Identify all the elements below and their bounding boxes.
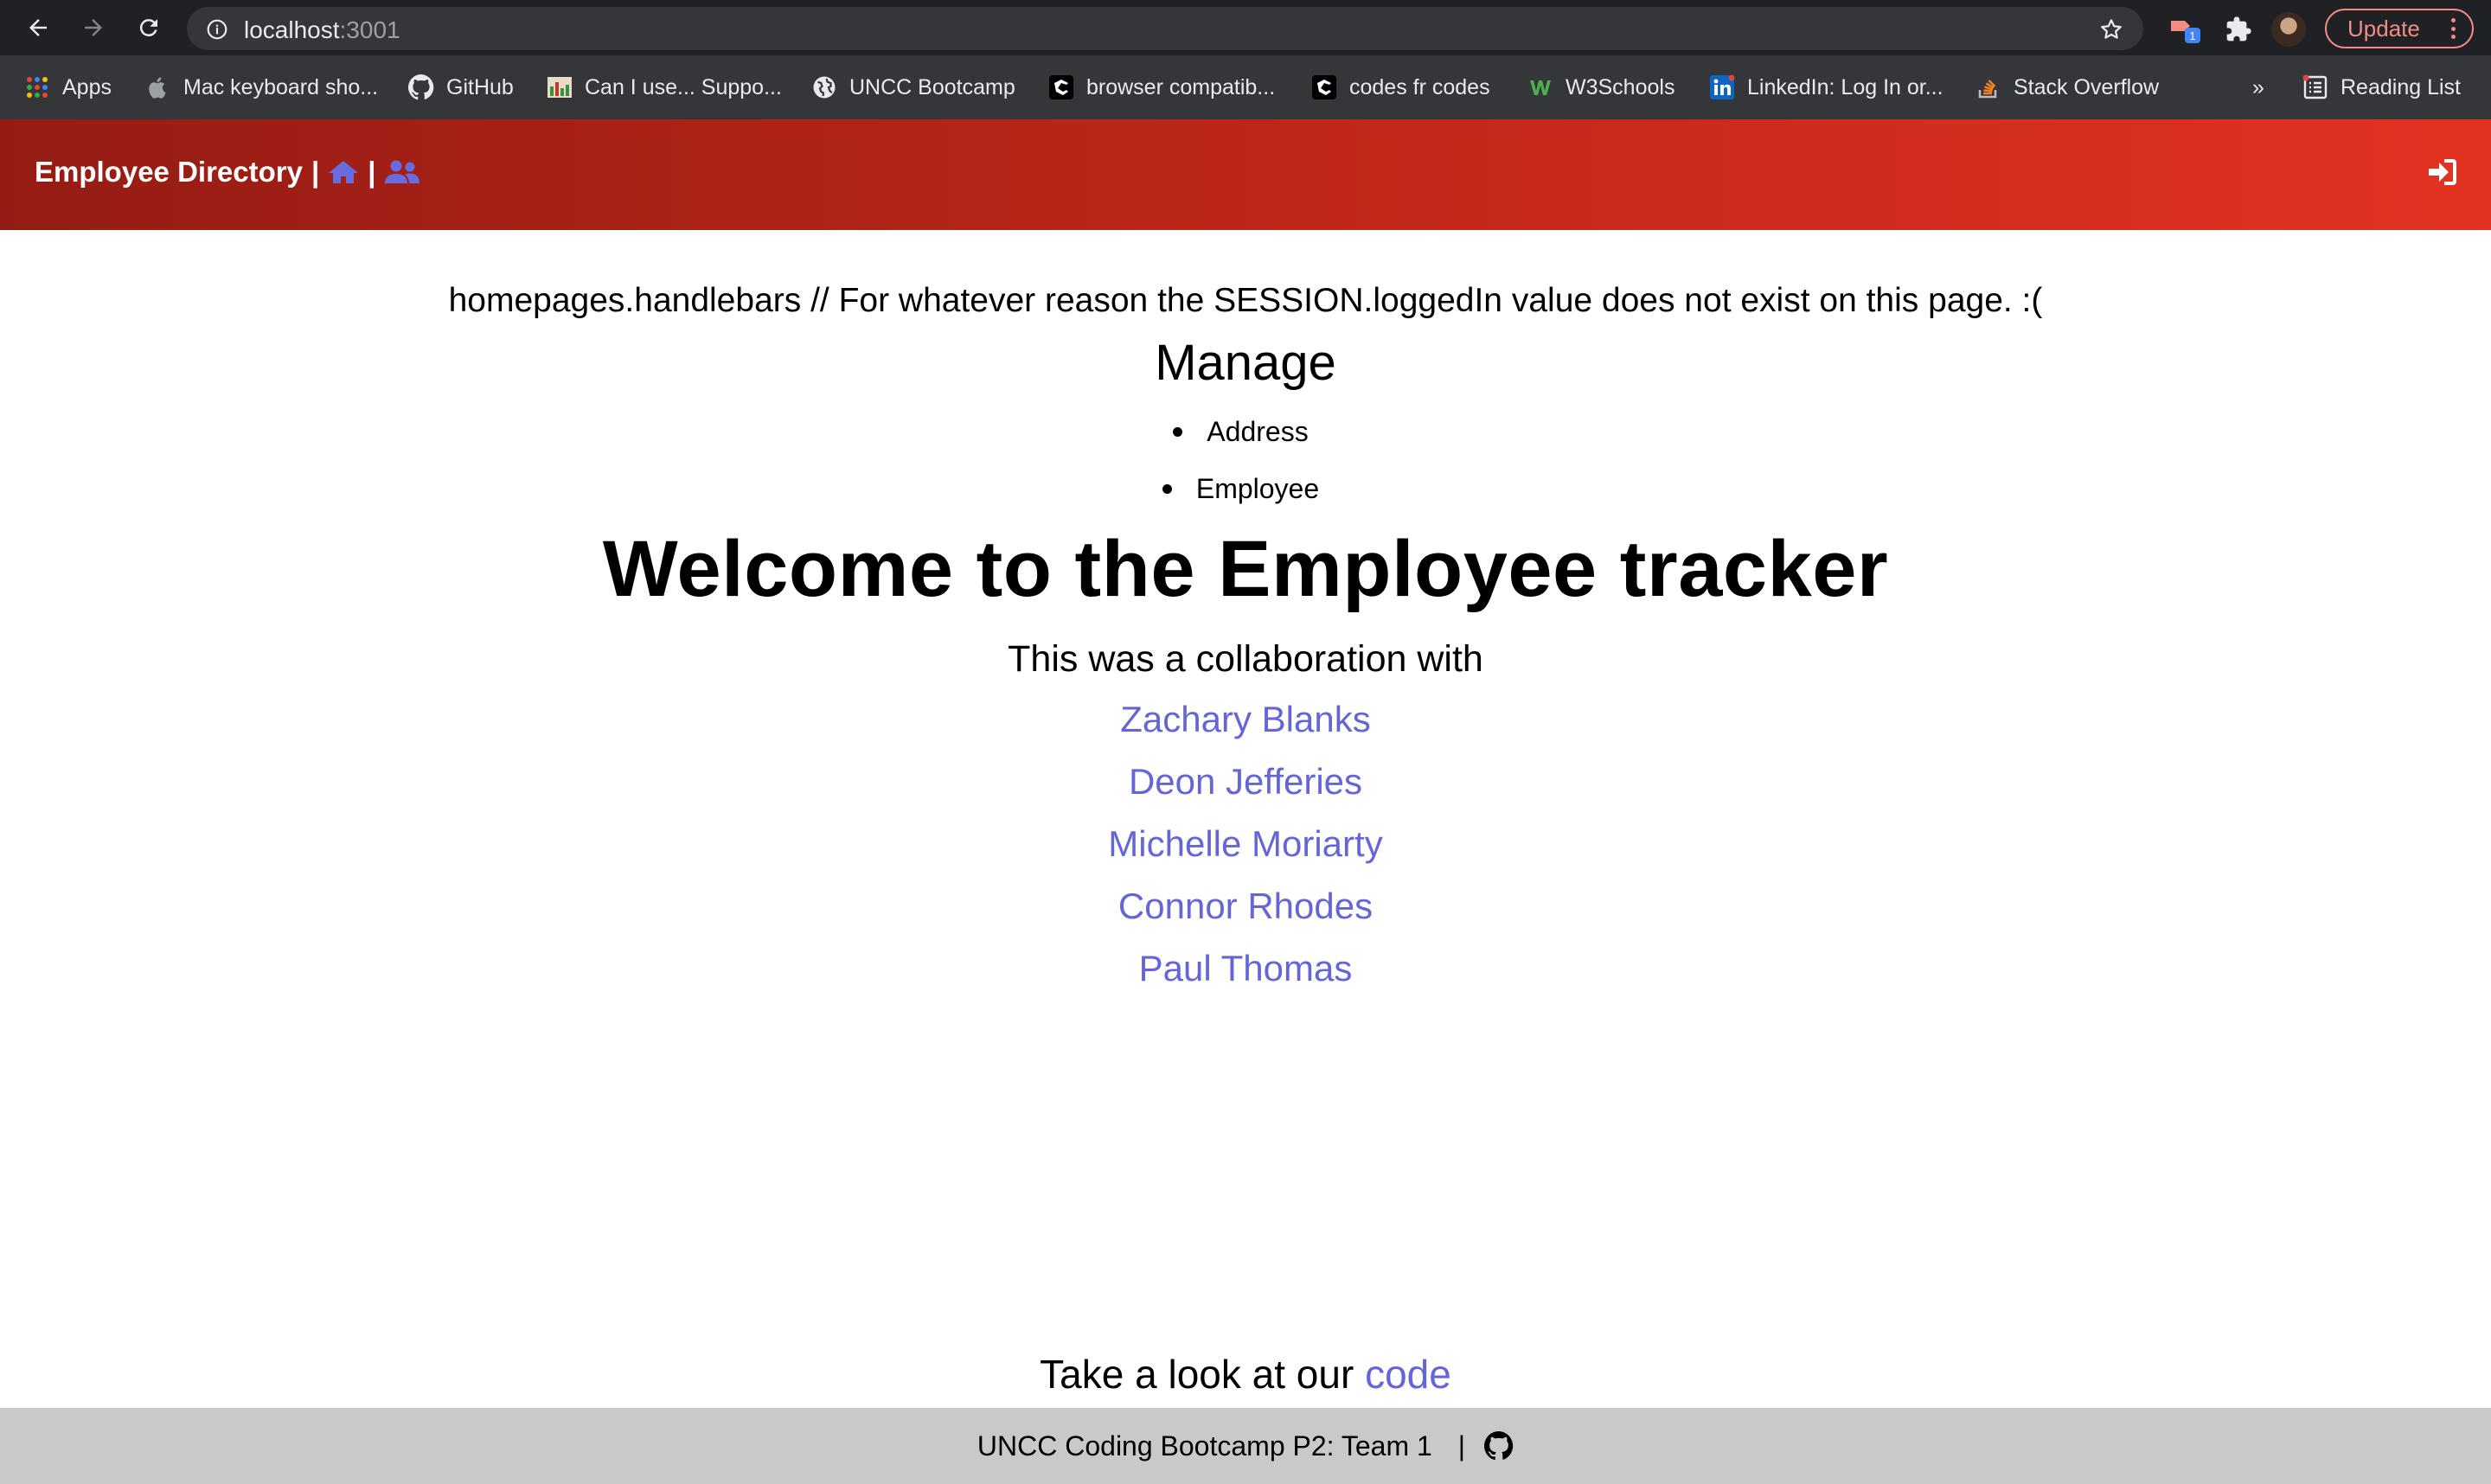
bookmark-apps[interactable]: Apps bbox=[24, 73, 112, 102]
bookmark-browser-compat[interactable]: browser compatib... bbox=[1048, 73, 1275, 102]
bookmark-mac-keyboard[interactable]: Mac keyboard sho... bbox=[145, 73, 378, 102]
reading-list-label: Reading List bbox=[2341, 74, 2461, 99]
arrow-left-icon bbox=[29, 19, 47, 36]
bookmark-label: codes fr codes bbox=[1349, 74, 1490, 99]
sign-in-icon[interactable] bbox=[2427, 157, 2458, 191]
url-text: localhost:3001 bbox=[244, 16, 400, 44]
github-icon bbox=[408, 74, 434, 100]
apps-grid-icon bbox=[24, 74, 50, 100]
extension-badge-count: 1 bbox=[2189, 29, 2195, 42]
contributor-link[interactable]: Paul Thomas bbox=[0, 937, 2491, 1000]
footer-text: UNCC Coding Bootcamp P2: Team 1 bbox=[977, 1430, 1432, 1462]
page-footer: UNCC Coding Bootcamp P2: Team 1 | bbox=[0, 1408, 2491, 1484]
footer-separator: | bbox=[1457, 1430, 1466, 1462]
bookmark-linkedin[interactable]: LinkedIn: Log In or... bbox=[1709, 73, 1943, 102]
extension-button[interactable]: 1 bbox=[2168, 12, 2202, 47]
kebab-menu-icon bbox=[2451, 18, 2456, 39]
stackoverflow-icon bbox=[1976, 74, 2001, 100]
page-icon bbox=[1311, 74, 1337, 100]
puzzle-icon bbox=[2226, 16, 2251, 42]
bookmark-codes-fr-codes[interactable]: codes fr codes bbox=[1311, 73, 1490, 102]
arrow-right-icon bbox=[85, 19, 102, 36]
linkedin-icon bbox=[1709, 74, 1735, 100]
collaboration-text: This was a collaboration with bbox=[1008, 638, 1483, 680]
manage-list: Address Employee bbox=[0, 403, 2491, 517]
bookmarks-overflow-button[interactable]: » bbox=[2252, 73, 2264, 102]
brand-separator: | bbox=[368, 156, 376, 188]
bookmark-label: UNCC Bootcamp bbox=[849, 74, 1015, 99]
profile-avatar[interactable] bbox=[2271, 12, 2306, 47]
navbar-brand: Employee Directory | | bbox=[35, 156, 420, 189]
bookmark-label: Stack Overflow bbox=[2014, 74, 2160, 99]
update-button[interactable]: Update bbox=[2325, 9, 2474, 48]
session-note: homepages.handlebars // For whatever rea… bbox=[448, 282, 2043, 319]
forward-button[interactable] bbox=[78, 12, 109, 43]
brand-title[interactable]: Employee Directory bbox=[35, 156, 303, 189]
bookmark-label: browser compatib... bbox=[1086, 74, 1276, 99]
manage-item-label: Employee bbox=[1195, 473, 1320, 504]
contributor-link[interactable]: Deon Jefferies bbox=[0, 751, 2491, 813]
welcome-heading: Welcome to the Employee tracker bbox=[602, 525, 1889, 613]
bookmark-caniuse[interactable]: Can I use... Suppo... bbox=[547, 73, 782, 102]
brand-separator: | bbox=[311, 156, 320, 188]
contributor-link[interactable]: Connor Rhodes bbox=[0, 875, 2491, 937]
update-label: Update bbox=[2347, 15, 2420, 42]
reload-icon bbox=[139, 19, 157, 37]
url-host: localhost bbox=[244, 16, 340, 43]
extensions-menu-button[interactable] bbox=[2221, 12, 2256, 47]
bookmark-label: Mac keyboard sho... bbox=[183, 74, 379, 99]
caniuse-icon bbox=[547, 74, 573, 100]
bookmark-github[interactable]: GitHub bbox=[408, 73, 514, 102]
page-icon bbox=[1048, 74, 1074, 100]
bookmark-label: W3Schools bbox=[1566, 74, 1675, 99]
list-bullet bbox=[1162, 484, 1172, 494]
reload-button[interactable] bbox=[133, 12, 164, 43]
back-button[interactable] bbox=[22, 12, 54, 43]
address-bar[interactable]: localhost:3001 bbox=[187, 7, 2143, 50]
list-bullet bbox=[1173, 427, 1182, 437]
users-icon[interactable] bbox=[384, 159, 420, 185]
reading-list-button[interactable]: Reading List bbox=[2302, 73, 2461, 102]
url-port: :3001 bbox=[339, 16, 400, 43]
manage-heading: Manage bbox=[1155, 335, 1336, 391]
manage-item-address[interactable]: Address bbox=[0, 403, 2491, 460]
site-info-icon[interactable] bbox=[206, 18, 228, 45]
apple-icon bbox=[145, 74, 171, 100]
bookmark-label: GitHub bbox=[446, 74, 514, 99]
code-callout: Take a look at our code bbox=[0, 1351, 2491, 1398]
code-link[interactable]: code bbox=[1365, 1352, 1451, 1397]
bookmark-star-icon[interactable] bbox=[2098, 16, 2124, 47]
bookmark-label: LinkedIn: Log In or... bbox=[1747, 74, 1943, 99]
app-navbar: Employee Directory | | bbox=[0, 119, 2491, 230]
bookmark-label: Can I use... Suppo... bbox=[585, 74, 782, 99]
contributor-link[interactable]: Zachary Blanks bbox=[0, 688, 2491, 751]
extension-badge-icon: 1 bbox=[2171, 21, 2200, 43]
bookmark-uncc-bootcamp[interactable]: UNCC Bootcamp bbox=[811, 73, 1015, 102]
bookmark-w3schools[interactable]: W3Schools bbox=[1527, 73, 1675, 102]
w3schools-icon bbox=[1527, 74, 1553, 100]
bookmark-stack-overflow[interactable]: Stack Overflow bbox=[1976, 73, 2159, 102]
bookmarks-bar: Apps Mac keyboard sho... GitHub Can I us… bbox=[0, 55, 2491, 120]
code-callout-text: Take a look at our bbox=[1040, 1352, 1366, 1397]
home-icon[interactable] bbox=[328, 159, 359, 185]
reading-list-icon bbox=[2302, 74, 2328, 100]
contributors-list: Zachary Blanks Deon Jefferies Michelle M… bbox=[0, 688, 2491, 1000]
globe-icon bbox=[811, 74, 837, 100]
bookmark-label: Apps bbox=[62, 74, 112, 99]
browser-toolbar: localhost:3001 1 Update bbox=[0, 0, 2491, 55]
manage-item-employee[interactable]: Employee bbox=[0, 460, 2491, 517]
manage-item-label: Address bbox=[1207, 416, 1309, 447]
overflow-chevron: » bbox=[2252, 74, 2264, 99]
github-icon[interactable] bbox=[1484, 1431, 1514, 1461]
contributor-link[interactable]: Michelle Moriarty bbox=[0, 813, 2491, 875]
